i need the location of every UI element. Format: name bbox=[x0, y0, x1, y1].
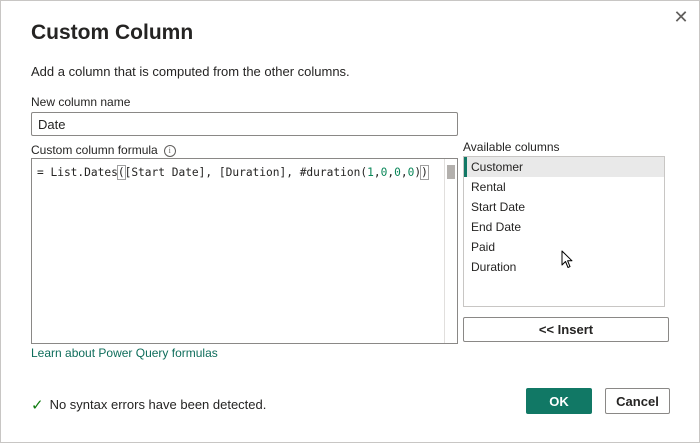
list-item-rental[interactable]: Rental bbox=[464, 177, 664, 197]
dialog-title: Custom Column bbox=[31, 21, 194, 44]
syntax-status-text: No syntax errors have been detected. bbox=[49, 397, 267, 412]
formula-scrollbar[interactable] bbox=[444, 159, 457, 343]
text-caret bbox=[427, 165, 429, 178]
cancel-button[interactable]: Cancel bbox=[605, 388, 670, 414]
scrollbar-thumb[interactable] bbox=[447, 165, 455, 179]
formula-prefix: = List.Dates bbox=[37, 166, 118, 179]
insert-button[interactable]: << Insert bbox=[463, 317, 669, 342]
formula-label-text: Custom column formula bbox=[31, 143, 158, 157]
info-icon[interactable]: i bbox=[163, 145, 176, 157]
new-column-name-input[interactable] bbox=[31, 112, 458, 136]
custom-column-dialog: ✕ Custom Column Add a column that is com… bbox=[0, 0, 700, 443]
formula-number: 0 bbox=[394, 166, 401, 179]
formula-text: = List.Dates([Start Date], [Duration], #… bbox=[37, 165, 429, 180]
dialog-subtitle: Add a column that is computed from the o… bbox=[31, 64, 350, 79]
mouse-pointer-icon bbox=[561, 250, 573, 268]
formula-comma: , bbox=[400, 166, 408, 179]
syntax-status: ✓ No syntax errors have been detected. bbox=[31, 396, 266, 414]
formula-comma: , bbox=[373, 166, 381, 179]
learn-power-query-link[interactable]: Learn about Power Query formulas bbox=[31, 346, 218, 360]
list-item-customer[interactable]: Customer bbox=[464, 157, 664, 177]
formula-open-paren: ( bbox=[116, 165, 126, 180]
formula-args: [Start Date], [Duration], #duration( bbox=[124, 166, 368, 179]
formula-close-paren: ) bbox=[420, 165, 429, 180]
formula-label: Custom column formula i bbox=[31, 143, 176, 157]
list-item-start-date[interactable]: Start Date bbox=[464, 197, 664, 217]
list-item-end-date[interactable]: End Date bbox=[464, 217, 664, 237]
check-icon: ✓ bbox=[31, 397, 44, 414]
new-column-name-label: New column name bbox=[31, 95, 131, 109]
ok-button[interactable]: OK bbox=[526, 388, 592, 414]
close-icon[interactable]: ✕ bbox=[671, 7, 691, 27]
formula-editor[interactable]: = List.Dates([Start Date], [Duration], #… bbox=[31, 158, 458, 344]
formula-number: 1 bbox=[367, 166, 374, 179]
available-columns-label: Available columns bbox=[463, 140, 560, 154]
available-columns-list[interactable]: Customer Rental Start Date End Date Paid… bbox=[463, 156, 665, 307]
